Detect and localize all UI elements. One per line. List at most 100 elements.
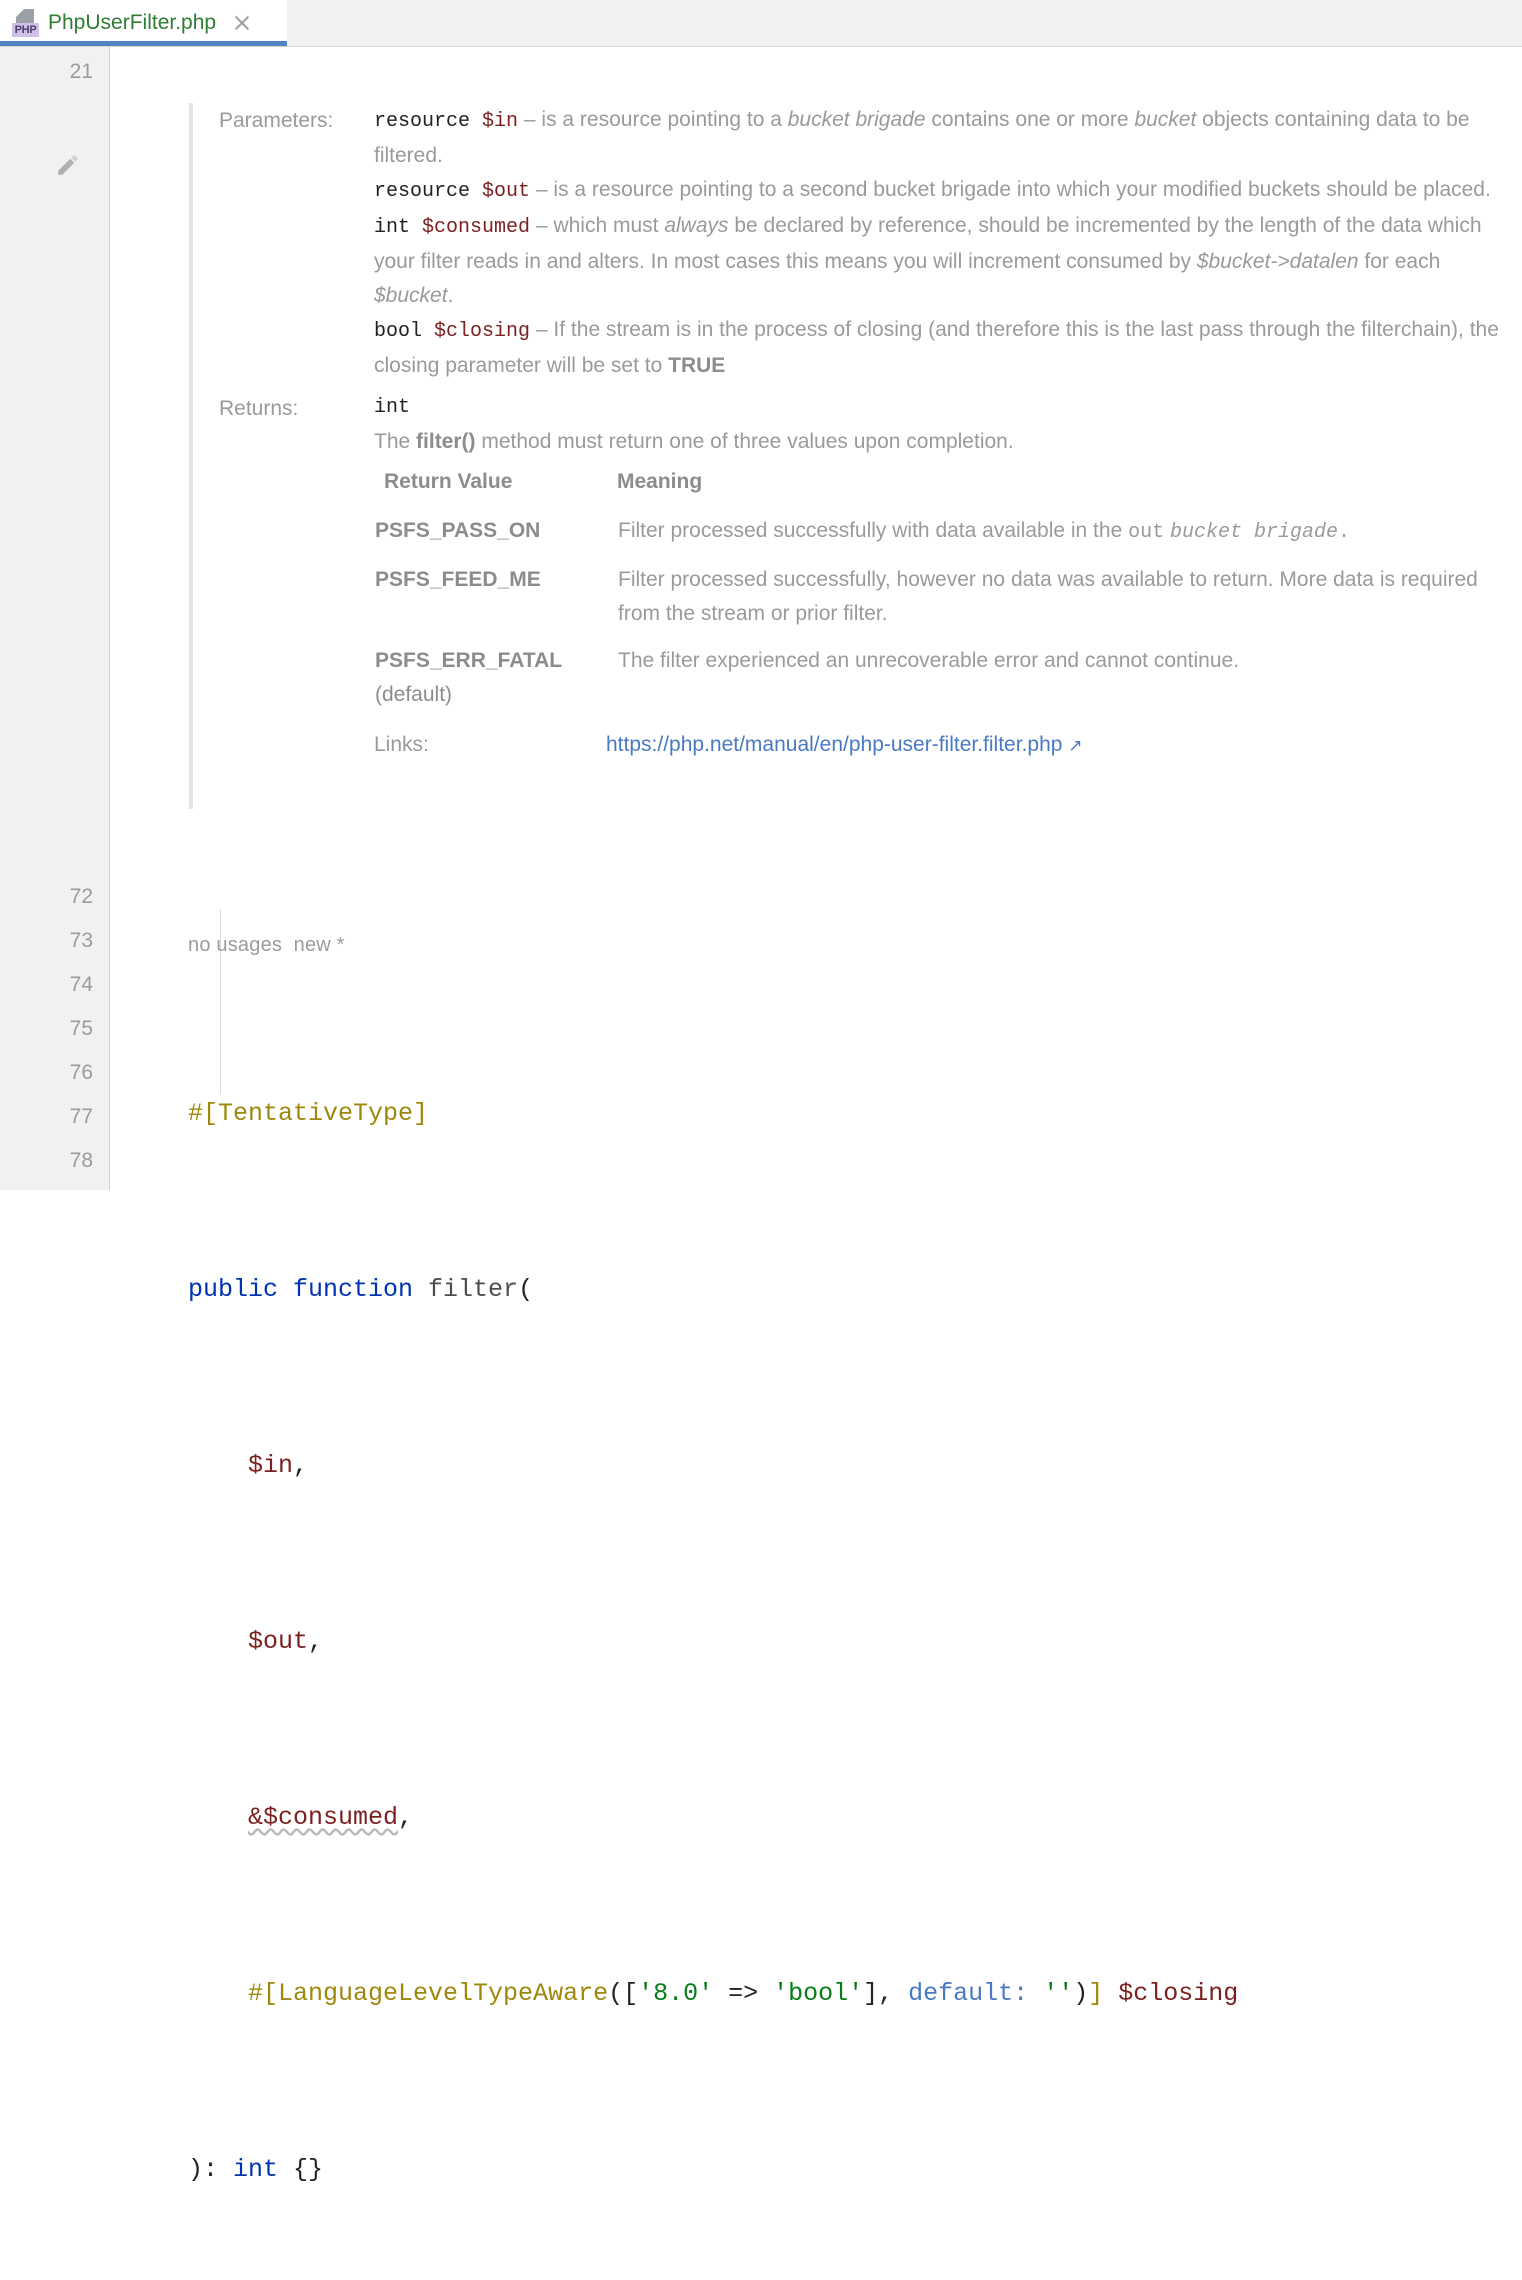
- php-manual-link[interactable]: https://php.net/manual/en/php-user-filte…: [606, 728, 1083, 763]
- returns-type: int: [374, 396, 411, 419]
- returns-body: int The filter() method must return one …: [374, 391, 1509, 763]
- param-closing-name: $closing: [434, 320, 531, 343]
- param-in-name: $in: [482, 110, 519, 133]
- return-value-feed-me: PSFS_FEED_ME: [375, 568, 541, 591]
- parameters-body: resource $in – is a resource pointing to…: [374, 103, 1509, 383]
- column-header-meaning: Meaning: [617, 470, 703, 493]
- returns-summary-post: method must return one of three values u…: [475, 430, 1014, 453]
- gutter-line-number-78: 78: [69, 1149, 93, 1172]
- editor-tab-bar: PHP PhpUserFilter.php: [0, 0, 1522, 47]
- code-line-73[interactable]: public function filter(: [188, 1268, 1518, 1312]
- param-token-consumed: &$consumed: [248, 1803, 399, 1832]
- code-line-77[interactable]: #[LanguageLevelTypeAware(['8.0' => 'bool…: [188, 1972, 1518, 2016]
- attr-bracket-close-77: ]: [1088, 1979, 1104, 2008]
- space-77a: [1028, 1979, 1043, 2008]
- parameters-label: Parameters:: [219, 109, 334, 132]
- returns-summary: The filter() method must return one of t…: [374, 425, 1509, 459]
- kw-public-function: public function: [188, 1275, 429, 1304]
- links-label: Links:: [374, 733, 429, 756]
- param-out-name: $out: [482, 180, 531, 203]
- tentative-type-attribute: #[TentativeType]: [188, 1099, 429, 1128]
- doc-quote-bar: [189, 103, 193, 809]
- return-value-pass-on: PSFS_PASS_ON: [375, 519, 541, 542]
- indent-76: [188, 1803, 248, 1832]
- tab-active-indicator: [0, 41, 287, 46]
- gutter-line-number-77: 77: [69, 1105, 93, 1128]
- empty-body-braces: {}: [278, 2155, 324, 2184]
- arrow-77: =>: [713, 1979, 774, 2008]
- return-meaning-err-fatal: The filter experienced an unrecoverable …: [618, 649, 1240, 672]
- code-line-78[interactable]: ): int {}: [188, 2148, 1518, 2192]
- comma-76: ,: [398, 1803, 414, 1832]
- code-block[interactable]: no usages new * #[TentativeType] public …: [188, 842, 1518, 2280]
- close-paren-colon: ):: [188, 2155, 234, 2184]
- table-row: PSFS_FEED_ME Filter processed successful…: [374, 562, 1509, 643]
- method-name-filter: filter: [428, 1275, 519, 1304]
- php-manual-link-text: https://php.net/manual/en/php-user-filte…: [606, 733, 1063, 756]
- param-out-dash: –: [535, 178, 548, 201]
- code-line-74[interactable]: $in,: [188, 1444, 1518, 1488]
- tab-php-user-filter[interactable]: PHP PhpUserFilter.php: [0, 0, 287, 46]
- table-header-row: Return Value Meaning: [374, 465, 1509, 513]
- param-token-out: $out: [248, 1627, 309, 1656]
- external-link-icon: ↗: [1068, 736, 1083, 755]
- param-closing: bool $closing – If the stream is in the …: [374, 313, 1509, 383]
- param-consumed-name: $consumed: [422, 216, 531, 239]
- doc-links-row: Links: https://php.net/manual/en/php-use…: [374, 728, 1509, 763]
- paren-open: (: [518, 1275, 534, 1304]
- editor-content[interactable]: Parameters: resource $in – is a resource…: [111, 47, 1522, 2184]
- param-closing-type: bool: [374, 320, 423, 343]
- code-line-72[interactable]: #[TentativeType]: [188, 1092, 1518, 1136]
- param-token-in: $in: [248, 1451, 294, 1480]
- inlay-usage-hints[interactable]: no usages new *: [188, 930, 1518, 960]
- gutter-line-number-76: 76: [69, 1061, 93, 1084]
- gutter-line-number-75: 75: [69, 1017, 93, 1040]
- doc-returns-row: Returns: int The filter() method must re…: [219, 391, 1509, 763]
- space-77b: [1103, 1979, 1118, 2008]
- string-empty: '': [1043, 1979, 1074, 2008]
- param-consumed-dash: –: [535, 214, 548, 237]
- comma-74: ,: [293, 1451, 309, 1480]
- gutter-line-number-73: 73: [69, 929, 93, 952]
- param-consumed-type: int: [374, 216, 411, 239]
- tab-title: PhpUserFilter.php: [48, 11, 217, 34]
- err-fatal-default-suffix: (default): [375, 683, 453, 706]
- filter-method-name: filter(): [416, 430, 476, 453]
- err-fatal-const: PSFS_ERR_FATAL: [375, 649, 563, 672]
- php-file-icon: PHP: [12, 8, 40, 38]
- param-out-desc: is a resource pointing to a second bucke…: [553, 178, 1491, 201]
- return-meaning-feed-me: Filter processed successfully, however n…: [618, 568, 1478, 625]
- gutter-line-number-74: 74: [69, 973, 93, 996]
- named-arg-default: default:: [908, 1979, 1029, 2008]
- code-line-76[interactable]: &$consumed,: [188, 1796, 1518, 1840]
- string-php-version: '8.0': [638, 1979, 714, 2008]
- bracket-close-77: ],: [863, 1979, 909, 2008]
- close-icon[interactable]: [232, 13, 252, 33]
- table-row: PSFS_ERR_FATAL (default) The filter expe…: [374, 643, 1509, 724]
- param-in-type: resource: [374, 110, 471, 133]
- pencil-icon[interactable]: [55, 152, 81, 178]
- gutter-line-number: 21: [69, 60, 93, 83]
- return-values-table: Return Value Meaning PSFS_PASS_ON Filter…: [374, 465, 1509, 724]
- column-header-return-value: Return Value: [384, 470, 513, 493]
- param-out: resource $out – is a resource pointing t…: [374, 173, 1509, 209]
- param-consumed: int $consumed – which must always be dec…: [374, 209, 1509, 313]
- param-out-type: resource: [374, 180, 471, 203]
- returns-label: Returns:: [219, 397, 299, 420]
- language-level-type-aware-attribute: #[LanguageLevelTypeAware: [248, 1979, 609, 2008]
- return-type-int: int: [233, 2155, 279, 2184]
- param-token-closing: $closing: [1118, 1979, 1239, 2008]
- new-author-hint[interactable]: new *: [294, 934, 345, 956]
- returns-summary-pre: The: [374, 430, 417, 453]
- param-closing-dash: –: [535, 318, 548, 341]
- code-line-75[interactable]: $out,: [188, 1620, 1518, 1664]
- param-in: resource $in – is a resource pointing to…: [374, 103, 1509, 173]
- indent-77: [188, 1979, 248, 2008]
- string-bool: 'bool': [773, 1979, 864, 2008]
- table-row: PSFS_PASS_ON Filter processed successful…: [374, 513, 1509, 562]
- return-meaning-pass-on: Filter processed successfully with data …: [618, 519, 1350, 544]
- php-icon-label: PHP: [14, 23, 37, 36]
- no-usages-hint[interactable]: no usages: [188, 934, 282, 956]
- param-in-desc: is a resource pointing to a bucket briga…: [374, 108, 1470, 167]
- gutter-line-number-72: 72: [69, 885, 93, 908]
